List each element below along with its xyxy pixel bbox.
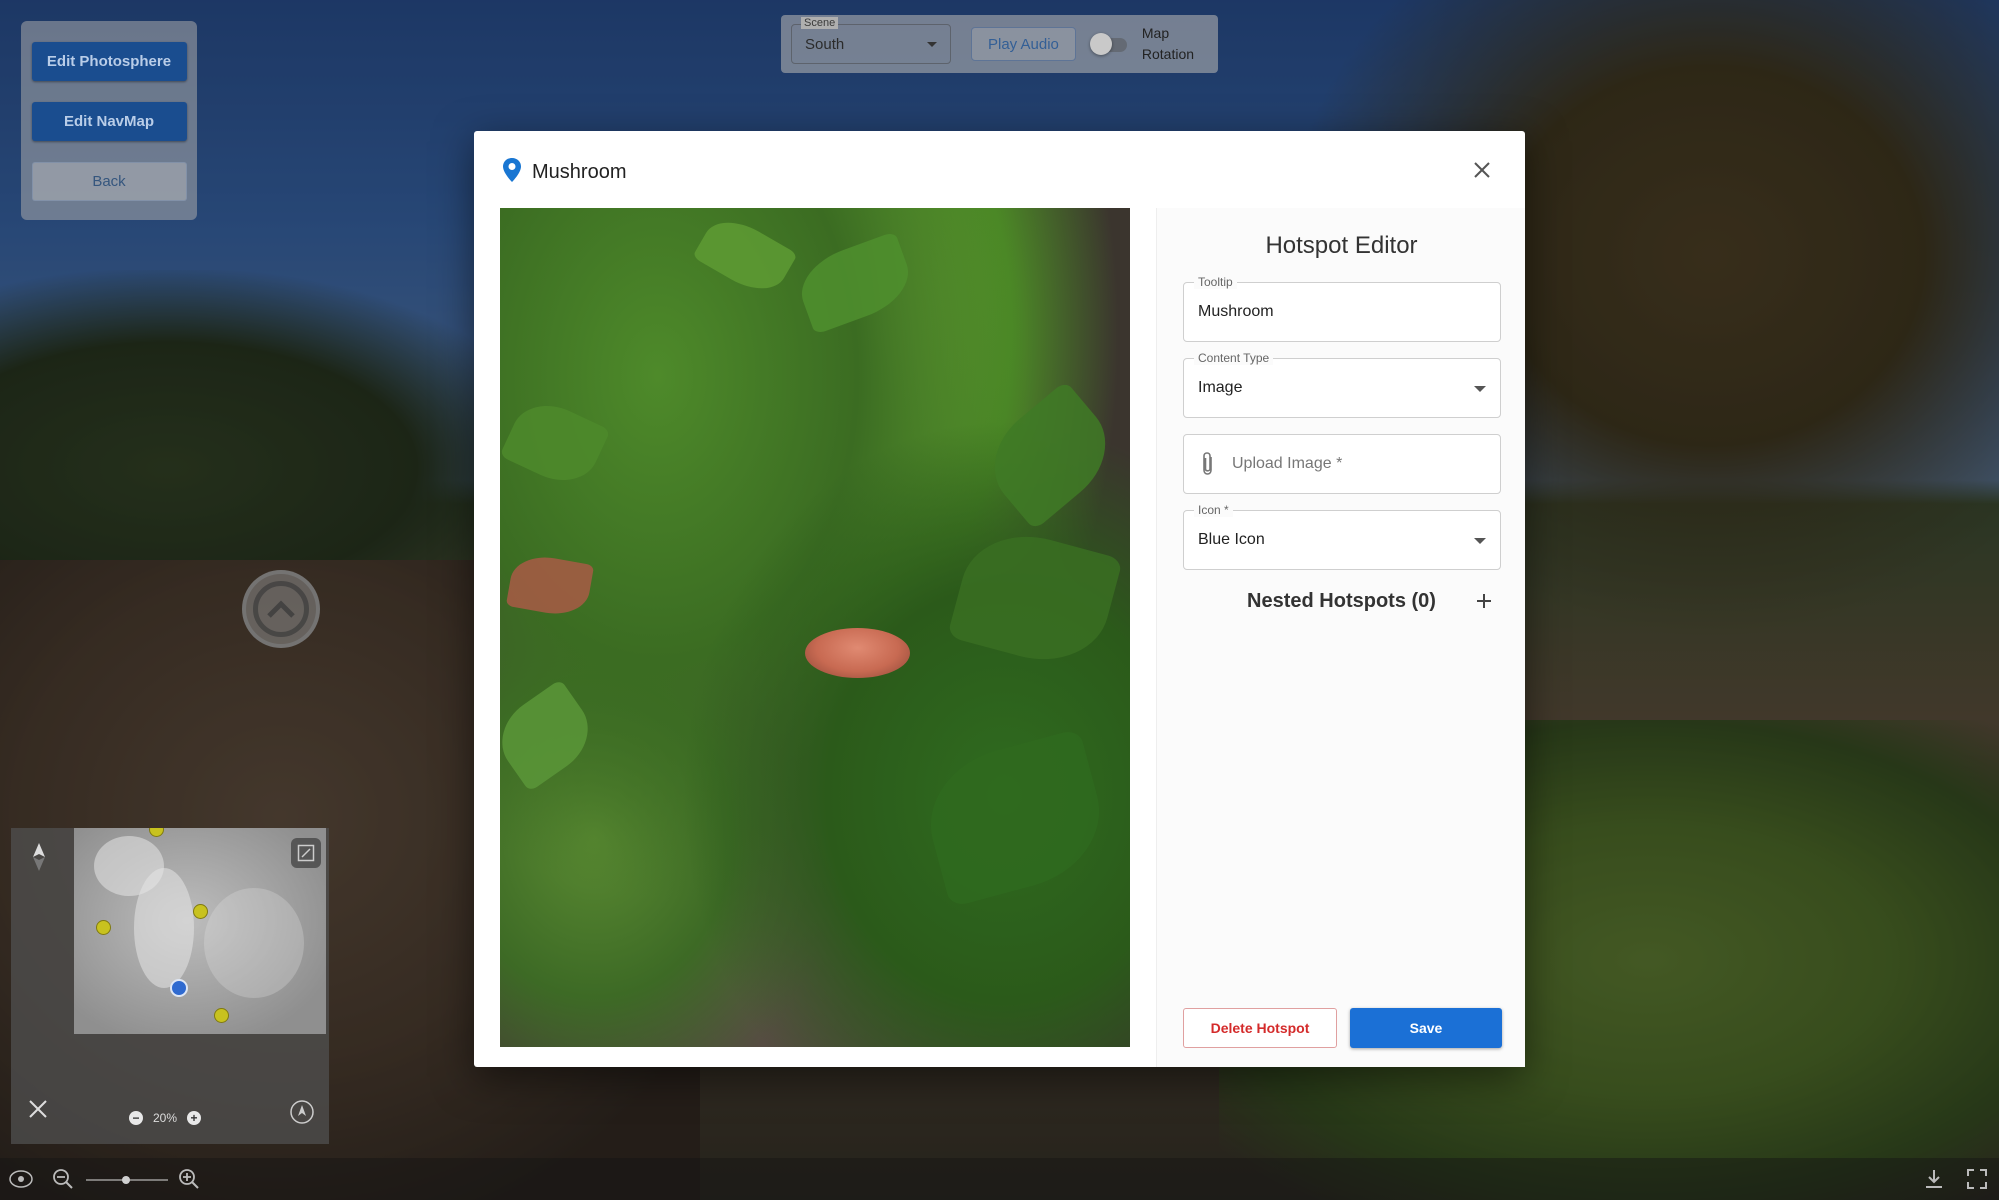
fullscreen-icon[interactable] [1966,1168,1988,1195]
nested-hotspots-header: Nested Hotspots (0) [1157,590,1526,613]
dialog-header: Mushroom [502,157,626,188]
map-rotation-label-line2: Rotation [1141,46,1195,62]
up-arrow-icon [253,581,309,637]
map-rotation-label-line1: Map [1141,25,1170,41]
image-leaf [947,520,1123,676]
compass-icon[interactable] [29,842,49,877]
tooltip-field-label: Tooltip [1194,275,1237,289]
navmap-hotspot-dot[interactable] [193,904,208,919]
close-icon[interactable] [27,1098,49,1125]
chevron-down-icon [1474,538,1486,544]
image-leaf [500,678,604,793]
image-leaf [505,551,595,620]
dialog-title: Mushroom [532,161,627,183]
save-button[interactable]: Save [1350,1008,1502,1048]
gyroscope-icon[interactable] [8,1168,34,1195]
terrain-ridge [204,888,304,998]
navmap[interactable]: − 20% + [11,828,329,1144]
expand-icon[interactable] [291,838,321,868]
paperclip-icon [1200,451,1216,482]
image-leaf [692,209,798,302]
scene-select[interactable]: Scene South [791,17,951,64]
map-rotation-label: Map Rotation [1142,23,1194,65]
close-icon[interactable] [1473,161,1491,184]
navmap-hotspot-dot[interactable] [96,920,111,935]
navmap-terrain[interactable] [74,828,326,1034]
hotspot-dialog: Mushroom Hotspot Editor Tooltip Mushroom… [474,131,1525,1067]
content-type-select[interactable]: Content Type Image [1183,351,1501,418]
scene-select-value: South [805,36,845,53]
zoom-in-icon[interactable]: + [187,1111,202,1125]
zoom-out-icon[interactable]: − [129,1111,143,1125]
navmap-zoom-control: − 20% + [129,1111,202,1125]
content-type-label: Content Type [1194,351,1274,365]
chevron-down-icon [927,42,937,47]
map-rotation-toggle[interactable] [1089,32,1130,56]
scene-link-hotspot[interactable] [242,570,320,648]
tooltip-field-value: Mushroom [1198,303,1274,320]
add-icon[interactable] [1475,592,1493,615]
terrain-ridge [134,868,194,988]
hotspot-image [500,208,1130,1047]
editor-title: Hotspot Editor [1265,232,1418,259]
editor-actions-panel: Edit Photosphere Edit NavMap Back [21,21,197,220]
icon-select[interactable]: Icon * Blue Icon [1183,503,1501,570]
scene-toolbar: Scene South Play Audio Map Rotation [781,15,1218,73]
edit-navmap-button[interactable]: Edit NavMap [31,102,187,141]
navmap-current-location[interactable] [170,979,188,997]
icon-select-label: Icon * [1194,503,1233,517]
zoom-in-icon[interactable] [178,1168,200,1195]
image-leaf [500,392,611,494]
navmap-hotspot-dot[interactable] [214,1008,229,1023]
toggle-thumb [1089,33,1112,55]
delete-hotspot-button[interactable]: Delete Hotspot [1183,1008,1337,1048]
upload-image-field[interactable]: Upload Image * [1183,434,1501,494]
viewer-toolbar [0,1158,1999,1200]
content-type-value: Image [1198,379,1243,396]
play-audio-button[interactable]: Play Audio [971,27,1076,61]
image-leaf [973,380,1127,531]
viewer-zoom-slider[interactable] [86,1176,168,1184]
image-leaf [914,728,1116,908]
chevron-down-icon [1474,386,1486,392]
image-leaf [791,231,919,335]
icon-select-value: Blue Icon [1198,531,1265,548]
map-pin-icon [502,157,522,188]
zoom-out-icon[interactable] [52,1168,74,1195]
edit-photosphere-button[interactable]: Edit Photosphere [31,42,187,81]
scene-select-label: Scene [801,17,839,29]
tooltip-field[interactable]: Tooltip Mushroom [1183,275,1501,342]
zoom-slider-knob[interactable] [122,1176,130,1184]
upload-image-placeholder: Upload Image * [1232,455,1343,472]
hotspot-editor: Hotspot Editor Tooltip Mushroom Content … [1156,208,1525,1067]
nested-hotspots-label: Nested Hotspots (0) [1247,590,1436,612]
back-button[interactable]: Back [31,162,187,201]
locate-icon[interactable] [288,1098,316,1131]
mushroom-cap [805,628,910,678]
download-icon[interactable] [1923,1168,1945,1195]
navmap-hotspot-dot[interactable] [149,828,164,837]
navmap-zoom-level: 20% [153,1111,178,1125]
